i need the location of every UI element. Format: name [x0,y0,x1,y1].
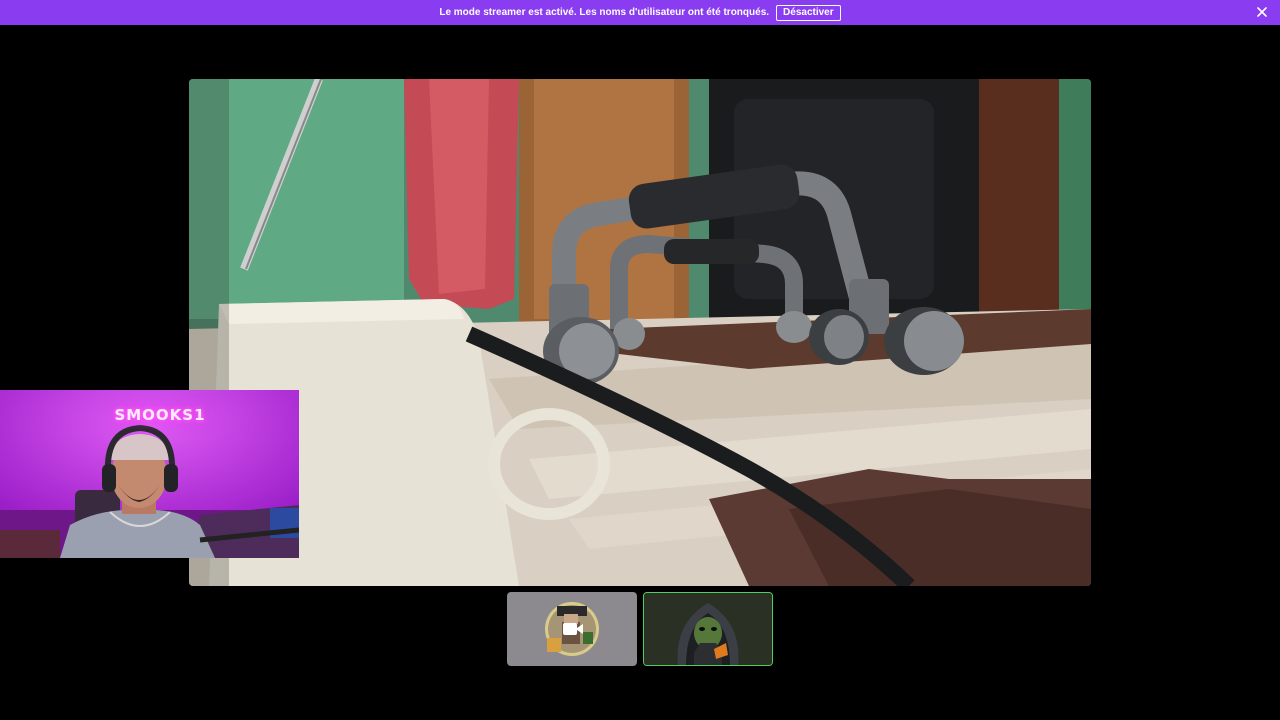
participant-tiles [507,592,773,666]
self-camera-preview[interactable]: SMOOKS1 [0,390,299,558]
participant-tile-2-active[interactable] [643,592,773,666]
main-video-stream[interactable] [189,79,1091,586]
neon-sign-text: SMOOKS1 [114,406,206,424]
disable-streamer-mode-button[interactable]: Désactiver [776,4,841,21]
close-icon[interactable] [1256,6,1268,18]
participant-tile-1[interactable] [507,592,637,666]
notice-message: Le mode streamer est activé. Les noms d'… [439,7,770,18]
streamer-mode-notice: Le mode streamer est activé. Les noms d'… [0,0,1280,25]
call-window: Le mode streamer est activé. Les noms d'… [0,0,1280,720]
video-camera-icon [563,623,583,635]
hooded-avatar [644,593,772,665]
